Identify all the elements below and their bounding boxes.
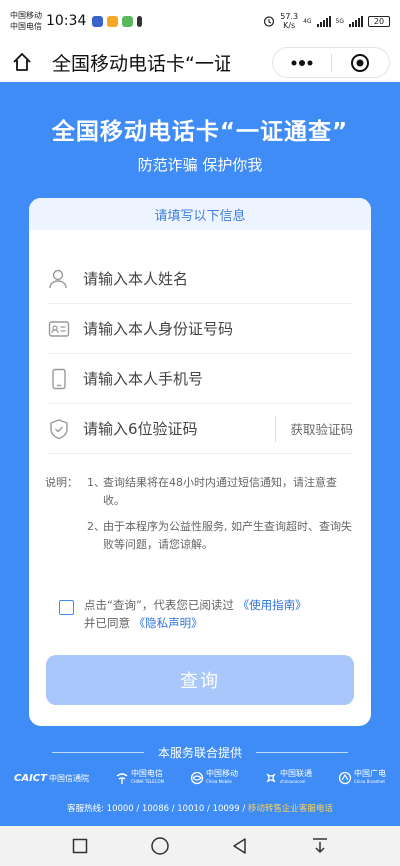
square-icon [72,838,88,854]
name-input-placeholder: 请输入本人姓名 [83,270,189,288]
get-code-button[interactable]: 获取验证码 [275,415,353,442]
hero-subtitle: 防范诈骗 保护你我 [137,156,263,174]
notes-label: 说明： [45,476,78,489]
phone-input-placeholder: 请输入本人手机号 [83,370,204,388]
form-header: 请填写以下信息 [29,198,371,230]
caict-logo: CAICT 中国信通院 [14,772,89,784]
note-text: 由于本程序为公益性服务, 如产生查询超时、查询失败等问题，请您谅解。 [103,520,352,551]
home-icon [13,53,31,71]
home-system-button[interactable] [145,831,175,861]
note-row: 2、 由于本程序为公益性服务, 如产生查询超时、查询失败等问题，请您谅解。 [45,518,355,554]
unicom-icon [266,773,276,783]
target-close-icon [351,53,370,72]
agreement-text: 点击“查询”，代表您已阅读过 《使用指南》 并已同意 《隐私声明》 [84,598,307,630]
more-dots-icon [291,59,313,66]
agreement-row: 点击“查询”，代表您已阅读过 《使用指南》 并已同意 《隐私声明》 [59,596,359,632]
notification-icons [92,15,143,27]
app-notification-icon [92,15,104,27]
recent-apps-button[interactable] [65,831,95,861]
pull-down-icon [313,838,327,854]
id-card-icon [47,317,71,341]
home-button[interactable] [0,42,44,82]
china-broadnet-logo: 中国广电 China Broadnet [338,770,386,786]
id-number-field[interactable]: 请输入本人身份证号码 [47,304,353,354]
china-unicom-logo: 中国联通 chinaunicom [264,770,312,786]
back-button[interactable] [225,831,255,861]
verification-code-field: 请输入6位验证码 获取验证码 [47,404,353,454]
telecom-icon [116,773,128,784]
close-mini-program-button[interactable] [332,48,390,77]
note-text: 查询结果将在48小时内通过短信通知，请注意查收。 [103,476,337,507]
phone-icon [47,367,71,391]
china-telecom-logo: 中国电信 CHINA TELECOM [115,770,164,786]
alert-icon [137,15,143,27]
name-field[interactable]: 请输入本人姓名 [47,254,353,304]
notification-shade-button[interactable] [305,831,335,861]
shield-check-icon [47,417,71,441]
battery-indicator: 20 [368,15,390,27]
broadnet-icon [338,771,352,785]
app-notification-icon [122,15,134,27]
china-mobile-logo: 中国移动 China Mobile [190,770,238,786]
phone-field[interactable]: 请输入本人手机号 [47,354,353,404]
carrier-1: 中国移动 [10,11,42,20]
status-bar: 中国移动 中国电信 10:34 57.3 K/s 4G 5G 20 [0,0,400,42]
circle-icon [151,837,169,855]
signal-1-icon [316,15,331,27]
partner-logos: CAICT 中国信通院 中国电信 CHINA TELECOM 中国移动 Chin… [14,770,386,786]
form-card: 请填写以下信息 请输入本人姓名 请输入本人身份证号码 请输入本人手机号 请输入6… [29,198,371,726]
instructions: 说明： 1、 查询结果将在48小时内通过短信通知，请注意查收。 2、 由于本程序… [45,474,355,562]
user-guide-link[interactable]: 《使用指南》 [238,598,307,612]
network-type-2: 5G [335,17,344,25]
carrier-2: 中国电信 [10,22,42,31]
query-button[interactable]: 查询 [46,655,354,705]
mobile-icon [190,771,204,785]
mini-program-capsule [272,47,390,78]
page-title: 全国移动电话卡“一证通查” [52,52,230,75]
reseller-hotline-link[interactable]: 移动转售企业客服电话 [248,804,333,814]
agreement-checkbox[interactable] [59,600,74,615]
navigation-bar: 全国移动电话卡“一证通查” [0,42,400,82]
more-button[interactable] [273,48,331,77]
network-type-1: 4G [303,17,312,25]
status-right: 57.3 K/s 4G 5G 20 [263,12,390,30]
main-content: 全国移动电话卡“一证通查” 防范诈骗 保护你我 请填写以下信息 请输入本人姓名 … [0,82,400,826]
customer-service-hotline: 客服热线: 10000 / 10086 / 10010 / 10099 / 移动… [67,804,333,814]
divider [256,752,348,753]
person-icon [47,267,71,291]
carrier-info: 中国移动 中国电信 [10,10,42,32]
hero-title: 全国移动电话卡“一证通查” [51,119,349,145]
provided-by: 本服务联合提供 [0,744,400,761]
divider [51,752,144,753]
signal-2-icon [349,15,363,27]
clock: 10:34 [46,13,87,29]
network-speed: 57.3 K/s [280,12,299,30]
code-input-placeholder[interactable]: 请输入6位验证码 [83,418,198,439]
system-navigation-bar [0,826,400,866]
note-row: 说明： 1、 查询结果将在48小时内通过短信通知，请注意查收。 [45,474,355,510]
id-input-placeholder: 请输入本人身份证号码 [83,320,234,338]
alarm-icon [264,16,275,27]
app-notification-icon [107,15,119,27]
privacy-statement-link[interactable]: 《隐私声明》 [134,616,203,630]
triangle-back-icon [233,838,246,854]
